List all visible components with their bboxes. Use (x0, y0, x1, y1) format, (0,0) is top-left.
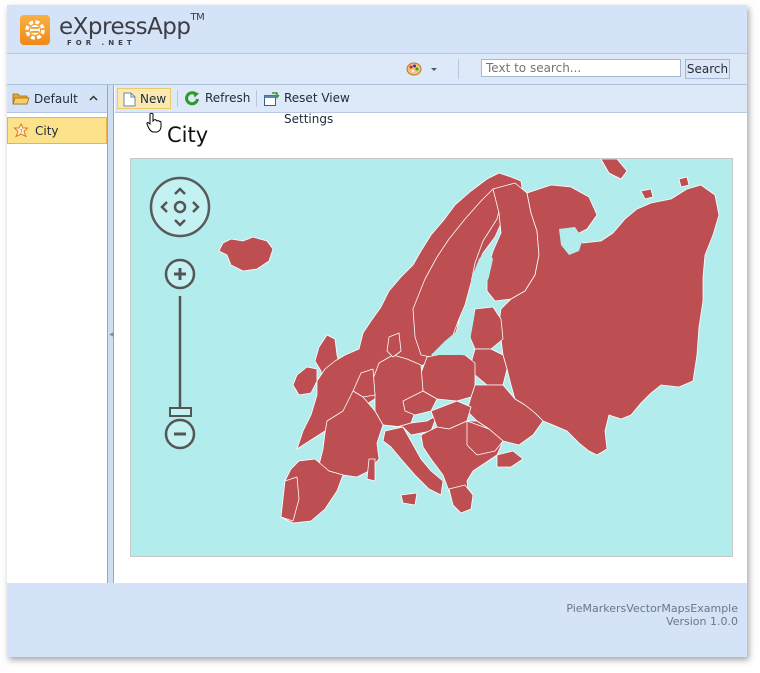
top-bar: Search (7, 54, 747, 85)
view-toolbar: New Refresh Reset View Settings (115, 85, 747, 126)
map-region-germany (372, 354, 424, 428)
trademark: TM (190, 12, 205, 23)
map-navigation-controls (149, 176, 211, 450)
reset-view-settings-button[interactable]: Reset View Settings (260, 88, 400, 126)
panel-splitter[interactable]: ◀ (107, 85, 114, 583)
nav-group-label: Default (34, 92, 78, 106)
zoom-slider-thumb[interactable] (169, 407, 192, 417)
footer-app-name: PieMarkersVectorMapsExample (566, 602, 738, 615)
refresh-icon (185, 91, 199, 106)
map-canvas[interactable] (131, 159, 733, 557)
map-region-baltics (468, 306, 504, 350)
refresh-button[interactable]: Refresh (181, 88, 253, 109)
hand-cursor-icon (146, 112, 162, 133)
search-input[interactable] (481, 59, 681, 77)
svg-text:7: 7 (19, 129, 23, 136)
reset-view-settings-label: Reset View Settings (284, 91, 350, 126)
zoom-out-button[interactable] (164, 418, 196, 450)
new-button-label: New (140, 92, 167, 106)
map-region-iceland (218, 236, 274, 272)
refresh-button-label: Refresh (205, 91, 251, 105)
collapse-arrow-icon[interactable]: ◀ (109, 331, 114, 338)
navigation-panel: Default 7 City (7, 85, 107, 583)
toolbar-divider (256, 90, 257, 107)
city-icon: 7 (13, 123, 29, 138)
nav-item-label: City (35, 124, 59, 138)
new-button[interactable]: New (117, 88, 171, 109)
folder-icon (12, 93, 30, 105)
view-title: City (167, 123, 209, 147)
new-document-icon (123, 92, 136, 107)
map-region-sicily (400, 492, 418, 506)
footer-version: Version 1.0.0 (666, 615, 738, 628)
palette-icon (406, 62, 437, 76)
map-region-turkey (496, 450, 524, 468)
map-region-island (640, 188, 654, 200)
zoom-in-button[interactable] (164, 258, 196, 290)
app-title: eXpressAppTM (59, 12, 205, 40)
footer-info: PieMarkersVectorMapsExample Version 1.0.… (566, 602, 738, 628)
map-region-belarus (470, 348, 508, 386)
map-region-ireland (292, 366, 318, 396)
map-region-greece (448, 484, 474, 514)
nav-group-default[interactable]: Default (7, 85, 107, 113)
map-region-poland (420, 352, 476, 402)
pan-control[interactable] (149, 176, 211, 238)
app-subtitle: FOR .NET (67, 39, 136, 47)
app-footer: PieMarkersVectorMapsExample Version 1.0.… (7, 583, 747, 657)
app-title-text: eXpressApp (59, 14, 191, 40)
divider (458, 59, 459, 79)
app-logo-icon (20, 15, 50, 45)
nav-item-city[interactable]: 7 City (7, 117, 107, 144)
chevron-up-icon[interactable] (89, 95, 98, 101)
map-region-novaya-zemlya (600, 159, 628, 180)
reset-view-icon (264, 92, 280, 106)
vector-map[interactable] (130, 158, 733, 557)
chevron-down-icon (431, 68, 437, 71)
app-window: eXpressAppTM FOR .NET Search Default (7, 5, 747, 657)
map-region-franz-josef (678, 176, 690, 188)
search-button[interactable]: Search (685, 59, 730, 79)
toolbar-divider (177, 90, 178, 107)
app-header: eXpressAppTM FOR .NET (7, 5, 747, 54)
theme-chooser-button[interactable] (405, 60, 441, 78)
